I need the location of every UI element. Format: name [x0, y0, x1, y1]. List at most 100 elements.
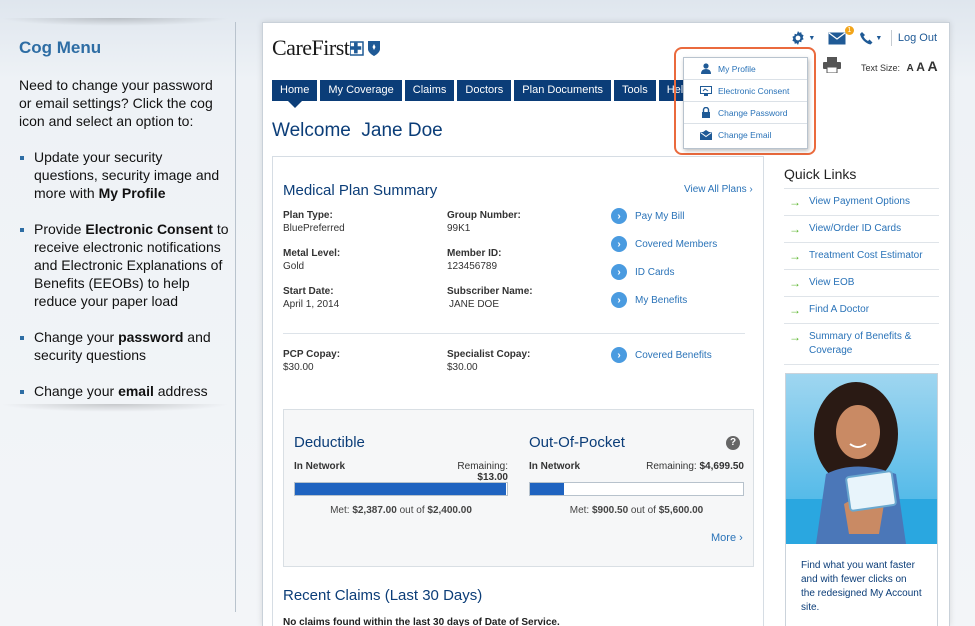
quick-link-label: Find A Doctor: [809, 304, 870, 315]
unread-badge: 1: [844, 26, 854, 35]
oop-progress-bar: [529, 482, 744, 496]
arrow-right-icon: ›: [611, 264, 627, 280]
out-of-label: out of: [630, 505, 656, 516]
text-size-small[interactable]: A: [907, 63, 914, 74]
link-label: Pay My Bill: [635, 210, 685, 222]
print-icon[interactable]: [823, 57, 841, 73]
guide-shadow-top: [0, 18, 230, 26]
tab-home[interactable]: Home: [272, 80, 318, 108]
covered-benefits-link[interactable]: › Covered Benefits: [611, 347, 712, 363]
oop-remaining: Remaining: $4,699.50: [624, 461, 744, 472]
menu-item-label: My Profile: [718, 63, 756, 74]
met-value: $900.50: [591, 505, 629, 516]
link-label: ID Cards: [635, 266, 675, 278]
quick-link-find-a-doctor[interactable]: → Find A Doctor: [784, 296, 939, 323]
utility-bar: ▼ 1 ▼ Log Out: [789, 26, 937, 47]
remaining-label: Remaining:: [646, 461, 697, 472]
arrow-right-icon: →: [789, 195, 801, 209]
carefirst-logo[interactable]: CareFirst: [272, 35, 350, 61]
oop-network: In Network: [529, 461, 581, 472]
guide-item: Provide Electronic Consent to receive el…: [19, 220, 229, 310]
guide-intro: Need to change your password or email se…: [19, 77, 213, 129]
arrow-right-icon: ›: [611, 208, 627, 224]
arrow-right-icon: ›: [611, 347, 627, 363]
phone-button[interactable]: ▼: [857, 29, 885, 47]
oop-title: Out-Of-Pocket: [529, 434, 625, 451]
field-label: Metal Level:: [283, 248, 341, 259]
quick-link-label: Summary of Benefits & Coverage: [809, 331, 912, 356]
field-label: Member ID:: [447, 248, 502, 259]
tab-doctors[interactable]: Doctors: [457, 80, 512, 101]
more-label: More: [711, 532, 737, 544]
deductible-progress-fill: [295, 483, 506, 495]
logout-link[interactable]: Log Out: [898, 32, 937, 44]
help-icon[interactable]: ?: [726, 436, 740, 450]
quick-link-view-payment-options[interactable]: → View Payment Options: [784, 188, 939, 215]
menu-item-change-email[interactable]: Change Email: [684, 124, 807, 146]
welcome-heading: Welcome Jane Doe: [272, 120, 443, 142]
field-value: $30.00: [447, 362, 478, 373]
more-link[interactable]: More ›: [711, 532, 743, 544]
chevron-right-icon: ›: [736, 532, 743, 544]
oop-met: Met: $900.50 out of $5,600.00: [529, 505, 744, 516]
covered-members-link[interactable]: › Covered Members: [611, 236, 717, 252]
guide-list: Update your security questions, security…: [19, 148, 229, 400]
text-size-control: Text Size: A A A: [861, 58, 938, 74]
quick-link-label: View EOB: [809, 277, 855, 288]
menu-item-my-profile[interactable]: My Profile: [684, 58, 807, 80]
arrow-right-icon: ›: [611, 292, 627, 308]
deductible-network: In Network: [294, 461, 346, 472]
bcbs-logo-icon: [350, 41, 380, 56]
quick-link-order-id-cards[interactable]: → View/Order ID Cards: [784, 215, 939, 242]
oop-progress-fill: [530, 483, 565, 495]
promo-text: Find what you want faster and with fewer…: [801, 560, 922, 613]
cog-menu-button[interactable]: ▼: [789, 29, 817, 47]
plan-summary-card: Medical Plan Summary View All Plans › Pl…: [272, 156, 764, 626]
quick-link-view-eob[interactable]: → View EOB: [784, 269, 939, 296]
field-value: BluePreferred: [283, 223, 345, 234]
messages-button[interactable]: 1: [823, 26, 854, 47]
my-benefits-link[interactable]: › My Benefits: [611, 292, 687, 308]
phone-icon: [860, 32, 873, 45]
deductible-title: Deductible: [294, 434, 365, 451]
quick-links: Quick Links → View Payment Options → View/…: [784, 166, 939, 365]
promo-banner[interactable]: Find what you want faster and with fewer…: [785, 373, 938, 626]
menu-item-electronic-consent[interactable]: Electronic Consent: [684, 80, 807, 102]
lock-icon: [700, 107, 712, 119]
text-size-large[interactable]: A: [927, 58, 937, 74]
field-label: Plan Type:: [283, 210, 333, 221]
text-size-medium[interactable]: A: [916, 60, 925, 74]
menu-item-change-password[interactable]: Change Password: [684, 102, 807, 124]
view-all-plans-link[interactable]: View All Plans ›: [684, 184, 753, 195]
field-value: 99K1: [447, 223, 471, 234]
field-value: JANE DOE: [449, 299, 500, 310]
tab-claims[interactable]: Claims: [404, 80, 455, 101]
arrow-right-icon: ›: [611, 236, 627, 252]
id-cards-link[interactable]: › ID Cards: [611, 264, 674, 280]
chevron-right-icon: ›: [749, 184, 753, 195]
tab-my-coverage[interactable]: My Coverage: [320, 80, 402, 101]
menu-item-label: Change Password: [718, 107, 788, 118]
field-label: Specialist Copay:: [447, 349, 531, 360]
deductible-progress-bar: [294, 482, 508, 496]
menu-item-label: Electronic Consent: [718, 85, 790, 96]
divider: [890, 30, 892, 46]
tab-tools[interactable]: Tools: [614, 80, 656, 101]
deductible-oop-panel: Deductible In Network Remaining: $13.00 …: [283, 409, 754, 567]
quick-link-treatment-cost-estimator[interactable]: → Treatment Cost Estimator: [784, 242, 939, 269]
specialist-copay-field: Specialist Copay: $30.00: [447, 348, 530, 374]
member-id-field: Member ID: 123456789: [447, 247, 501, 273]
guide-item: Change your email address: [19, 382, 229, 400]
tab-plan-documents[interactable]: Plan Documents: [514, 80, 612, 101]
mail-icon: [828, 32, 846, 44]
quick-link-summary-of-benefits[interactable]: → Summary of Benefits & Coverage: [784, 323, 939, 365]
field-label: Start Date:: [283, 286, 334, 297]
field-value: 123456789: [447, 261, 498, 272]
field-label: Group Number:: [447, 210, 521, 221]
menu-item-label: Change Email: [718, 130, 772, 140]
group-number-field: Group Number: 99K1: [447, 209, 521, 235]
guide-divider: [235, 22, 236, 612]
cog-menu-dropdown: My Profile Electronic Consent Change Pas…: [683, 57, 808, 149]
total-value: $2,400.00: [427, 505, 472, 516]
pay-my-bill-link[interactable]: › Pay My Bill: [611, 208, 684, 224]
